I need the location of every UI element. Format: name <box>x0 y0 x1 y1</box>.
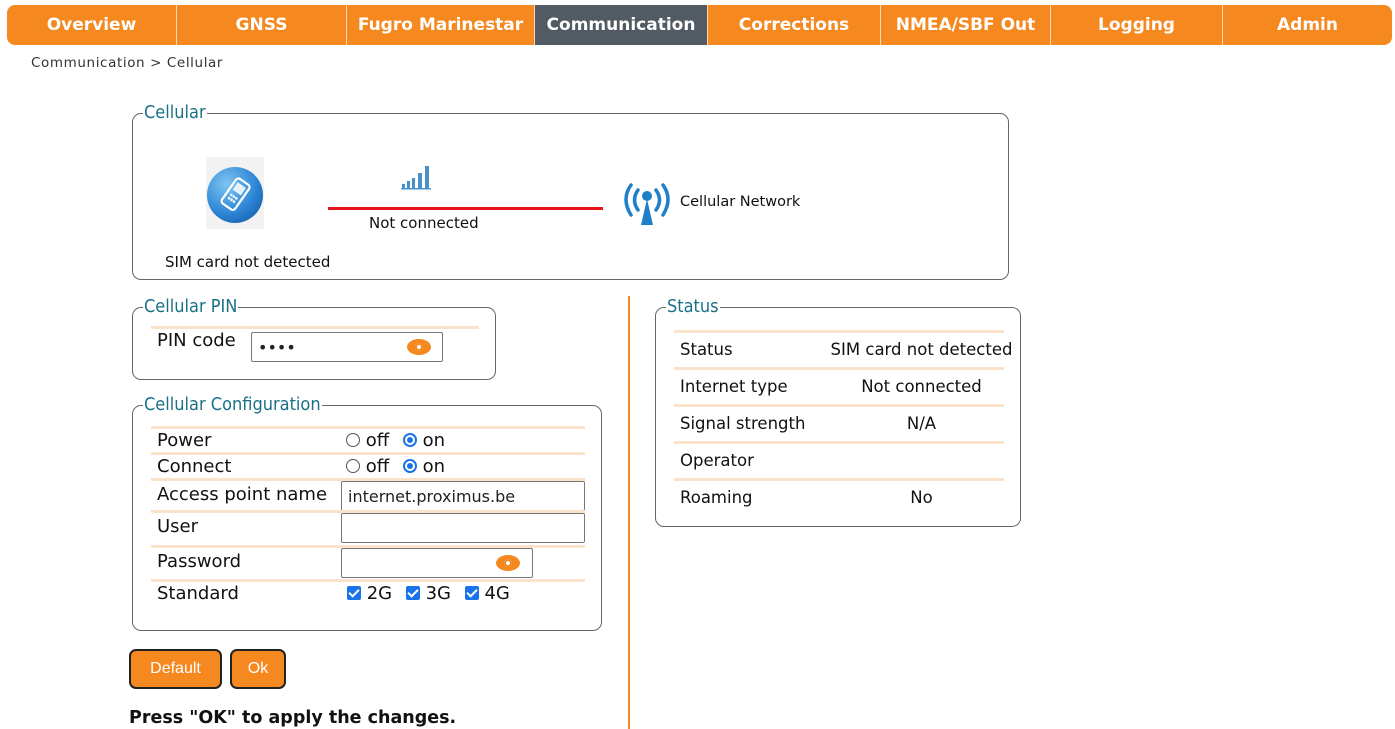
status-row-label: Roaming <box>680 488 753 507</box>
user-row: User <box>151 510 585 543</box>
connect-on-label: on <box>422 456 446 477</box>
tab-communication[interactable]: Communication <box>535 5 708 45</box>
power-off-label: off <box>365 430 390 451</box>
status-row-signal-strength: Signal strength N/A <box>674 404 1004 441</box>
connect-row: Connect off on <box>151 452 585 478</box>
standard-4g-label: 4G <box>484 583 510 604</box>
pin-code-label: PIN code <box>157 330 236 351</box>
status-row-label: Operator <box>680 451 754 470</box>
top-nav: Overview GNSS Fugro Marinestar Communica… <box>7 5 1392 45</box>
status-row-roaming: Roaming No <box>674 478 1004 515</box>
power-on-label: on <box>422 430 446 451</box>
status-legend: Status <box>667 296 719 317</box>
signal-bars-icon <box>401 162 435 194</box>
password-row: Password <box>151 545 585 578</box>
connection-line <box>328 207 603 210</box>
cellular-pin-legend: Cellular PIN <box>144 296 238 317</box>
status-row-label: Internet type <box>680 377 788 396</box>
status-row-value: No <box>910 488 933 507</box>
standard-row: Standard 2G 3G 4G <box>151 579 585 605</box>
default-button[interactable]: Default <box>129 649 222 689</box>
status-panel: Status Status SIM card not detected Inte… <box>655 298 1021 527</box>
connect-on-radio[interactable] <box>402 459 417 473</box>
column-divider <box>628 296 630 729</box>
sim-card-icon <box>206 157 264 229</box>
tab-overview[interactable]: Overview <box>7 5 177 45</box>
standard-2g-checkbox[interactable] <box>347 586 361 600</box>
tab-admin[interactable]: Admin <box>1223 5 1392 45</box>
connect-off-label: off <box>365 456 390 477</box>
tab-fugro-marinestar[interactable]: Fugro Marinestar <box>347 5 535 45</box>
tab-corrections[interactable]: Corrections <box>708 5 881 45</box>
tab-logging[interactable]: Logging <box>1051 5 1223 45</box>
power-options: off on <box>346 429 453 453</box>
apply-hint: Press "OK" to apply the changes. <box>129 708 457 728</box>
cellular-pin-panel: Cellular PIN PIN code <box>132 298 496 380</box>
apn-input[interactable] <box>341 481 585 511</box>
cellular-legend: Cellular <box>144 102 206 123</box>
status-row-internet-type: Internet type Not connected <box>674 367 1004 404</box>
show-pin-eye-icon[interactable] <box>407 339 431 355</box>
tab-nmea-sbf-out[interactable]: NMEA/SBF Out <box>881 5 1051 45</box>
standard-2g-label: 2G <box>366 583 393 604</box>
show-password-eye-icon[interactable] <box>496 555 520 571</box>
sim-status-label: SIM card not detected <box>165 253 331 271</box>
status-row-label: Signal strength <box>680 414 806 433</box>
ok-button[interactable]: Ok <box>230 649 286 689</box>
cellular-panel: Cellular SIM card not detected Not conne… <box>132 104 1009 280</box>
status-row-status: Status SIM card not detected <box>674 330 1012 367</box>
user-input[interactable] <box>341 513 585 543</box>
power-row: Power off on <box>151 426 585 452</box>
antenna-icon <box>618 177 676 231</box>
standard-3g-checkbox[interactable] <box>405 586 420 600</box>
status-row-value: N/A <box>906 414 937 433</box>
status-row-operator: Operator <box>674 441 1004 478</box>
standard-4g-checkbox[interactable] <box>464 586 479 600</box>
connect-label: Connect <box>157 456 232 477</box>
connect-options: off on <box>346 455 453 479</box>
cellular-config-panel: Cellular Configuration Power off on Conn… <box>132 396 602 631</box>
password-label: Password <box>157 551 242 572</box>
power-label: Power <box>157 430 212 451</box>
standard-options: 2G 3G 4G <box>347 582 518 606</box>
standard-label: Standard <box>157 583 239 604</box>
tab-gnss[interactable]: GNSS <box>177 5 347 45</box>
connection-status-label: Not connected <box>369 214 479 232</box>
cellular-config-legend: Cellular Configuration <box>144 394 321 415</box>
breadcrumb: Communication > Cellular <box>31 55 224 71</box>
cellular-network-label: Cellular Network <box>680 194 801 210</box>
apn-label: Access point name <box>157 484 328 505</box>
connect-off-radio[interactable] <box>346 459 360 473</box>
status-row-value: SIM card not detected <box>830 340 1013 359</box>
user-label: User <box>157 516 199 537</box>
standard-3g-label: 3G <box>425 583 452 604</box>
pin-row: PIN code <box>151 326 479 362</box>
status-row-value: Not connected <box>861 377 982 396</box>
power-on-radio[interactable] <box>402 433 417 447</box>
power-off-radio[interactable] <box>346 433 360 447</box>
apn-row: Access point name <box>151 478 585 511</box>
status-row-label: Status <box>680 340 733 359</box>
